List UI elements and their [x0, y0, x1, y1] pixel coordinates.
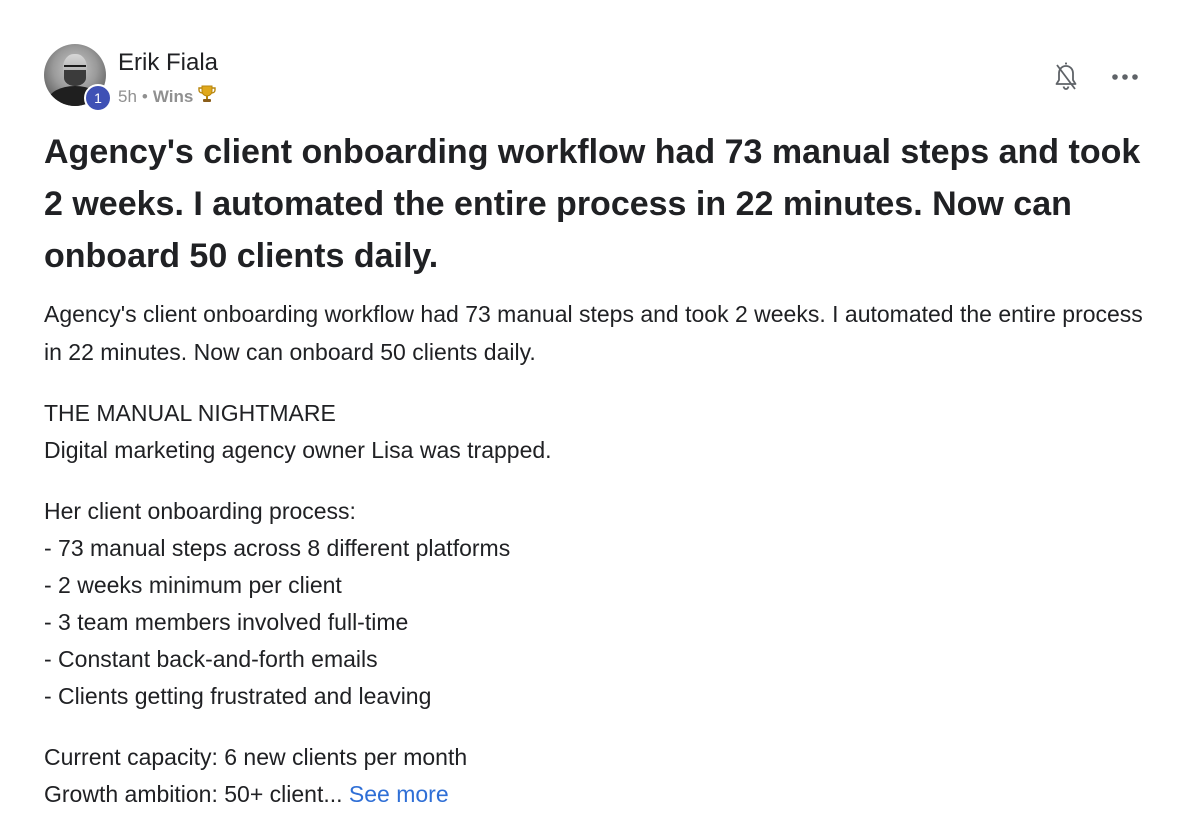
post-intro: Agency's client onboarding workflow had … — [44, 301, 1143, 365]
ambition-row: Growth ambition: 50+ client... See more — [44, 776, 1154, 813]
avatar-beard — [64, 70, 86, 86]
post-title[interactable]: Agency's client onboarding workflow had … — [44, 126, 1154, 282]
post-time: 5h — [118, 86, 137, 106]
section-line: Digital marketing agency owner Lisa was … — [44, 437, 552, 463]
trophy-icon — [197, 84, 217, 109]
process-block: Her client onboarding process: - 73 manu… — [44, 493, 1154, 715]
post-card: 1 Erik Fiala 5h • Wins Agency's client o… — [44, 0, 1156, 815]
list-item: - 73 manual steps across 8 different pla… — [44, 535, 511, 561]
post-category[interactable]: Wins — [153, 86, 193, 108]
section-heading: THE MANUAL NIGHTMARE — [44, 400, 336, 426]
process-heading: Her client onboarding process: — [44, 498, 356, 524]
see-more-link[interactable]: See more — [349, 781, 449, 807]
section-block: THE MANUAL NIGHTMARE Digital marketing a… — [44, 395, 1154, 469]
more-options-icon[interactable] — [1110, 64, 1140, 90]
level-badge: 1 — [84, 84, 112, 112]
list-item: - Clients getting frustrated and leaving — [44, 683, 432, 709]
author-avatar-container[interactable]: 1 — [44, 44, 112, 112]
post-meta: 5h • Wins — [118, 84, 217, 109]
list-item: - 2 weeks minimum per client — [44, 572, 342, 598]
meta-separator: • — [141, 86, 148, 106]
capacity-line: Current capacity: 6 new clients per mont… — [44, 744, 468, 770]
list-item: - 3 team members involved full-time — [44, 609, 409, 635]
bell-off-icon[interactable] — [1052, 60, 1080, 94]
ambition-line: Growth ambition: 50+ client... — [44, 781, 343, 807]
author-name[interactable]: Erik Fiala — [118, 49, 218, 77]
capacity-block: Current capacity: 6 new clients per mont… — [44, 739, 1154, 813]
post-body: Agency's client onboarding workflow had … — [44, 296, 1154, 813]
list-item: - Constant back-and-forth emails — [44, 646, 378, 672]
